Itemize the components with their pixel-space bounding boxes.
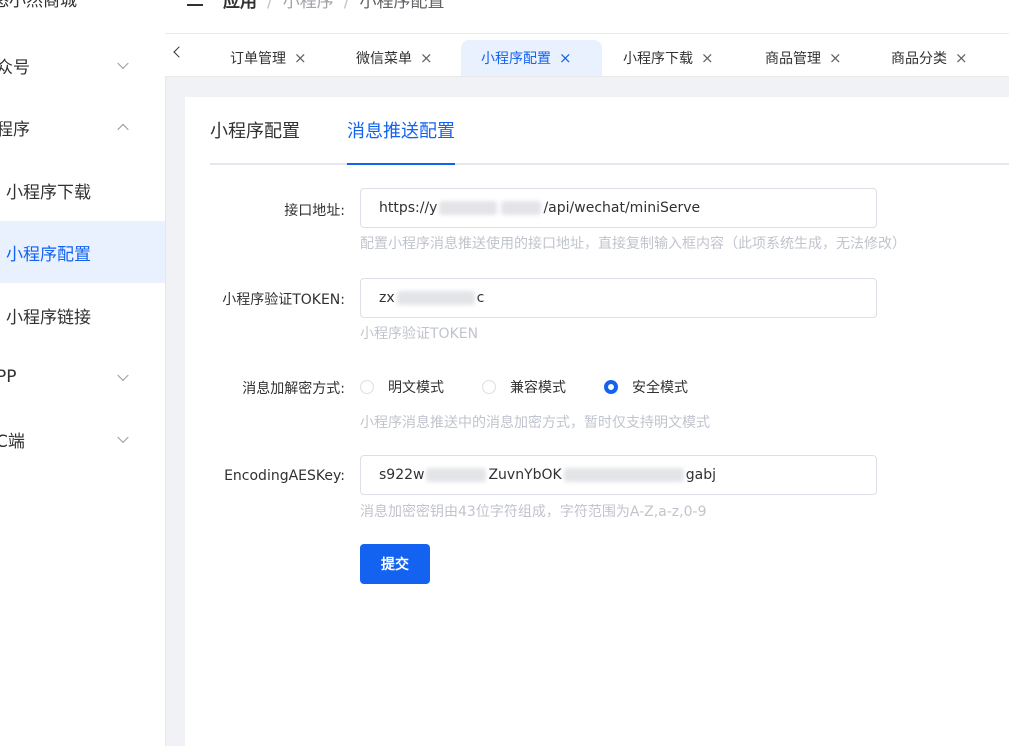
sidebar-item-label: 小程序链接 bbox=[6, 307, 91, 328]
breadcrumb-middle[interactable]: 小程序 bbox=[283, 0, 334, 12]
tab-label: 订单管理 bbox=[230, 51, 286, 67]
tabs-bar: 订单管理 × 微信菜单 × 小程序配置 × 小程序下载 × 商品管理 × 商品分… bbox=[165, 34, 1009, 77]
redacted-blur bbox=[501, 201, 542, 215]
aes-key-hint: 消息加密密钥由43位字符组成，字符范围为A-Z,a-z,0-9 bbox=[360, 504, 707, 520]
tab-product-management[interactable]: 商品管理 × bbox=[745, 40, 852, 76]
tab-label: 商品管理 bbox=[765, 51, 821, 67]
radio-label: 兼容模式 bbox=[510, 380, 566, 396]
tab-label: 微信菜单 bbox=[356, 51, 412, 67]
brand-name: 悠小然商城 bbox=[0, 0, 77, 11]
interface-url-field[interactable]: https://y /api/wechat/miniServe bbox=[360, 188, 877, 228]
breadcrumb: 应用 / 小程序 / 小程序配置 bbox=[223, 0, 444, 12]
tab-message-push-config[interactable]: 消息推送配置 bbox=[347, 117, 455, 165]
sidebar: 悠小然商城 众号 程序 小程序下载 小程序配置 小程序链接 PP C端 bbox=[0, 0, 166, 746]
sidebar-item-mini-link[interactable]: 小程序链接 bbox=[0, 284, 165, 346]
sidebar-item-label: 小程序下载 bbox=[6, 182, 91, 203]
redacted-blur bbox=[439, 201, 498, 215]
content-tabs: 小程序配置 消息推送配置 bbox=[210, 97, 1009, 165]
radio-circle-icon bbox=[482, 380, 496, 394]
chevron-down-icon bbox=[117, 431, 129, 444]
breadcrumb-separator: / bbox=[267, 0, 273, 12]
tab-label: 商品分类 bbox=[891, 51, 947, 67]
tab-product-category[interactable]: 商品分类 × bbox=[871, 40, 978, 76]
top-header: 应用 / 小程序 / 小程序配置 bbox=[165, 0, 1009, 34]
tab-mini-download[interactable]: 小程序下载 × bbox=[603, 40, 724, 76]
submit-button[interactable]: 提交 bbox=[360, 544, 430, 584]
encrypt-mode-radio-group: 明文模式 兼容模式 安全模式 bbox=[360, 377, 726, 397]
sidebar-item-label: 众号 bbox=[0, 57, 30, 78]
close-icon[interactable]: × bbox=[955, 50, 968, 66]
sidebar-item-app[interactable]: PP bbox=[0, 346, 165, 408]
sidebar-item-mini-download[interactable]: 小程序下载 bbox=[0, 159, 165, 221]
radio-label: 安全模式 bbox=[632, 380, 688, 396]
aes-value-prefix: s922w bbox=[379, 467, 425, 483]
tab-mini-program-config[interactable]: 小程序配置 bbox=[210, 117, 300, 163]
chevron-left-icon[interactable] bbox=[171, 46, 183, 58]
radio-plaintext-mode[interactable]: 明文模式 bbox=[360, 377, 444, 397]
url-hint: 配置小程序消息推送使用的接口地址，直接复制输入框内容（此项系统生成，无法修改） bbox=[360, 236, 906, 252]
sidebar-item-mini-program[interactable]: 程序 bbox=[0, 96, 165, 158]
tab-order-management[interactable]: 订单管理 × bbox=[210, 40, 317, 76]
sidebar-item-official-account[interactable]: 众号 bbox=[0, 34, 165, 96]
token-label: 小程序验证TOKEN: bbox=[222, 292, 345, 308]
aes-key-field[interactable]: s922w ZuvnYbOK gabj bbox=[360, 455, 877, 495]
token-value-suffix: c bbox=[476, 290, 485, 306]
redacted-blur bbox=[563, 468, 684, 482]
token-hint: 小程序验证TOKEN bbox=[360, 326, 479, 342]
url-value-prefix: https://y bbox=[379, 200, 438, 216]
tab-mini-config[interactable]: 小程序配置 × bbox=[461, 40, 602, 76]
close-icon[interactable]: × bbox=[420, 50, 433, 66]
sidebar-item-label: C端 bbox=[0, 431, 25, 452]
config-card: 小程序配置 消息推送配置 接口地址: https://y /api/wechat… bbox=[185, 97, 1009, 746]
redacted-blur bbox=[426, 468, 487, 482]
aes-value-mid: ZuvnYbOK bbox=[488, 467, 562, 483]
sidebar-item-label: PP bbox=[0, 367, 17, 387]
radio-checked-icon bbox=[604, 380, 618, 394]
token-value-prefix: zx bbox=[379, 290, 395, 306]
close-icon[interactable]: × bbox=[559, 50, 572, 66]
tab-label: 小程序配置 bbox=[481, 51, 551, 67]
encrypt-hint: 小程序消息推送中的消息加密方式，暂时仅支持明文模式 bbox=[360, 415, 710, 431]
breadcrumb-root[interactable]: 应用 bbox=[223, 0, 257, 12]
redacted-blur bbox=[396, 291, 475, 305]
radio-label: 明文模式 bbox=[388, 380, 444, 396]
sidebar-item-mini-config[interactable]: 小程序配置 bbox=[0, 221, 165, 283]
breadcrumb-current: 小程序配置 bbox=[359, 0, 445, 12]
close-icon[interactable]: × bbox=[701, 50, 714, 66]
menu-toggle-icon[interactable] bbox=[187, 0, 203, 8]
aes-key-label: EncodingAESKey: bbox=[224, 468, 345, 484]
radio-secure-mode[interactable]: 安全模式 bbox=[604, 377, 688, 397]
close-icon[interactable]: × bbox=[294, 50, 307, 66]
chevron-down-icon bbox=[117, 369, 129, 382]
breadcrumb-separator: / bbox=[343, 0, 350, 12]
close-icon[interactable]: × bbox=[829, 50, 842, 66]
encrypt-label: 消息加解密方式: bbox=[242, 381, 345, 397]
chevron-up-icon bbox=[117, 123, 129, 136]
token-field[interactable]: zx c bbox=[360, 278, 877, 318]
sidebar-item-pc[interactable]: C端 bbox=[0, 408, 165, 470]
url-label: 接口地址: bbox=[284, 203, 345, 219]
tab-wechat-menu[interactable]: 微信菜单 × bbox=[336, 40, 443, 76]
sidebar-item-label: 程序 bbox=[0, 119, 30, 140]
aes-value-suffix: gabj bbox=[685, 467, 716, 483]
url-value-suffix: /api/wechat/miniServe bbox=[543, 200, 701, 216]
tab-label: 小程序下载 bbox=[623, 51, 693, 67]
radio-circle-icon bbox=[360, 380, 374, 394]
sidebar-item-label: 小程序配置 bbox=[6, 244, 91, 265]
chevron-down-icon bbox=[117, 57, 129, 70]
radio-compatible-mode[interactable]: 兼容模式 bbox=[482, 377, 566, 397]
